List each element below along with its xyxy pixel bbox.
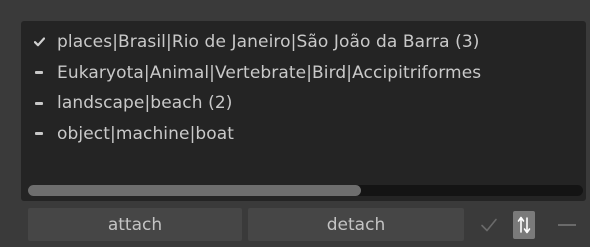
dash-icon [21, 132, 57, 136]
tag-label: places|Brasil|Rio de Janeiro|São João da… [57, 32, 480, 53]
sort-icon [517, 216, 531, 234]
tag-row[interactable]: Eukaryota|Animal|Vertebrate|Bird|Accipit… [21, 58, 586, 89]
sort-toggle-button[interactable] [513, 211, 535, 239]
horizontal-scrollbar[interactable] [28, 185, 583, 196]
dash-glyph [35, 132, 43, 136]
dash-glyph [35, 71, 43, 75]
tag-label: Eukaryota|Animal|Vertebrate|Bird|Accipit… [57, 62, 482, 83]
hide-button[interactable] [556, 211, 578, 239]
detach-button[interactable]: detach [248, 208, 464, 241]
check-icon-glyph [33, 37, 45, 47]
tag-label: landscape|beach (2) [57, 93, 233, 114]
tag-label: object|machine|boat [57, 123, 235, 144]
dash-icon [21, 101, 57, 105]
toggle-parents-button[interactable] [478, 211, 500, 239]
tag-row[interactable]: landscape|beach (2) [21, 88, 586, 119]
attach-button[interactable]: attach [28, 208, 242, 241]
checkmark-icon [481, 218, 497, 232]
minus-icon [558, 224, 576, 226]
dash-icon [21, 71, 57, 75]
tag-row[interactable]: places|Brasil|Rio de Janeiro|São João da… [21, 27, 586, 58]
check-icon [21, 37, 57, 47]
scrollbar-thumb[interactable] [28, 185, 361, 196]
tag-row[interactable]: object|machine|boat [21, 119, 586, 150]
tagging-module: places|Brasil|Rio de Janeiro|São João da… [0, 0, 590, 247]
attached-tags-list[interactable]: places|Brasil|Rio de Janeiro|São João da… [21, 21, 586, 201]
tag-list-rows: places|Brasil|Rio de Janeiro|São João da… [21, 27, 586, 149]
dash-glyph [35, 101, 43, 105]
